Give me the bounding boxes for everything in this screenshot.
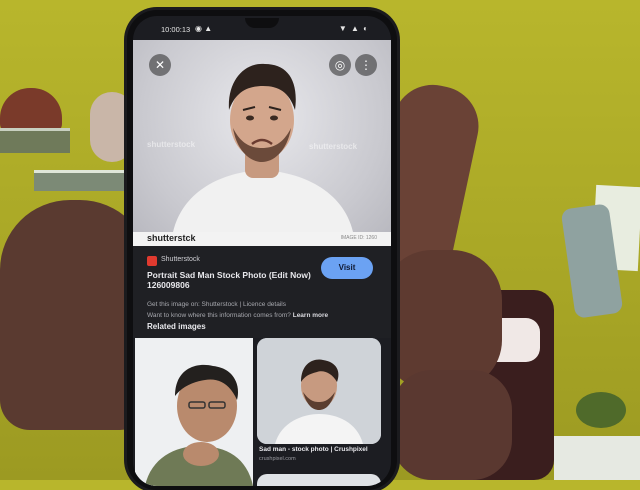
related-image-tile[interactable] <box>257 474 381 486</box>
related-caption[interactable]: Sad man - stock photo | Crushpixel crush… <box>257 444 381 474</box>
related-images-label: Related images <box>147 322 206 331</box>
camera-notch <box>245 18 279 28</box>
phone-screen: 10:00:13 ◉ ▲ ▼ ▲ ◐ shutterstock shutters… <box>133 16 391 486</box>
image-id: IMAGE ID: 1260 <box>340 235 377 241</box>
hero-image[interactable]: shutterstock shutterstock ✕ ◎ ⋮ <box>133 40 391 232</box>
shutterstock-logo: shutterstck <box>147 233 196 243</box>
related-photo <box>135 338 253 486</box>
licence-line[interactable]: Get this image on: Shutterstock | Licenc… <box>147 299 367 310</box>
result-note: Get this image on: Shutterstock | Licenc… <box>147 299 367 321</box>
wall-shelf <box>0 128 70 153</box>
wall-switchboard <box>554 436 640 480</box>
lens-icon[interactable]: ◎ <box>329 54 351 76</box>
related-caption-title: Sad man - stock photo | Crushpixel <box>259 446 368 453</box>
sad-man-photo <box>173 63 353 232</box>
watermark: shutterstock <box>147 140 196 149</box>
close-icon[interactable]: ✕ <box>149 54 171 76</box>
watermark: shutterstock <box>309 142 358 151</box>
plant <box>576 392 626 428</box>
info-line: Want to know where this information come… <box>147 310 367 321</box>
related-image-tile[interactable] <box>257 338 381 444</box>
source-name: Shutterstock <box>161 256 200 263</box>
visit-button[interactable]: Visit <box>321 257 373 279</box>
source-strip: shutterstck IMAGE ID: 1260 <box>133 232 391 246</box>
related-image-tile[interactable] <box>135 338 253 486</box>
source-favicon-icon <box>147 256 157 266</box>
status-time: 10:00:13 <box>161 25 191 34</box>
learn-more-link[interactable]: Learn more <box>293 312 328 319</box>
status-bar: 10:00:13 ◉ ▲ ▼ ▲ ◐ <box>133 16 391 40</box>
related-caption-source: crushpixel.com <box>259 456 296 462</box>
wall-toy <box>0 88 62 132</box>
result-title[interactable]: Portrait Sad Man Stock Photo (Edit Now) … <box>147 270 319 290</box>
related-photo <box>257 338 381 444</box>
wall-shelf-lower <box>34 170 134 191</box>
right-finger-lower <box>392 370 512 480</box>
notification-icons: ◉ ▲ <box>195 24 213 33</box>
right-finger <box>382 250 502 390</box>
system-status-icons: ▼ ▲ ◐ <box>338 24 369 33</box>
more-vert-icon[interactable]: ⋮ <box>355 54 377 76</box>
info-question: Want to know where this information come… <box>147 312 291 319</box>
phone: 10:00:13 ◉ ▲ ▼ ▲ ◐ shutterstock shutters… <box>127 10 397 490</box>
